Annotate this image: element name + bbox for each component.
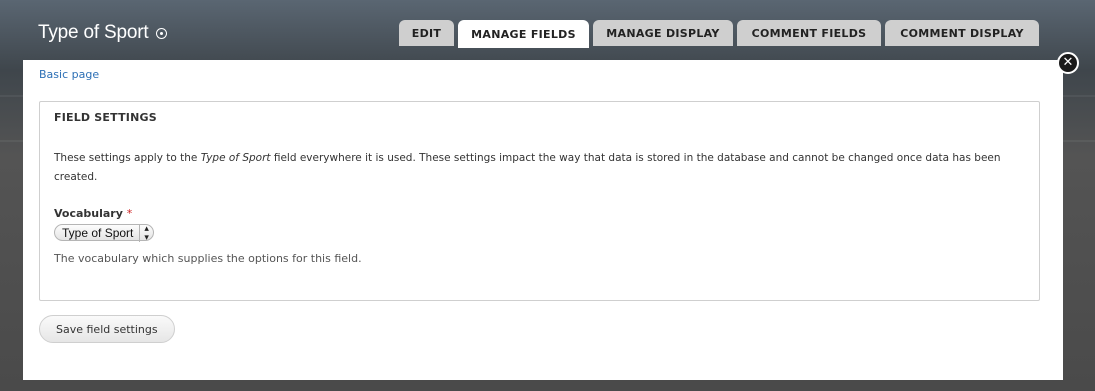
- save-field-settings-button[interactable]: Save field settings: [39, 315, 175, 343]
- breadcrumb-basic-page[interactable]: Basic page: [39, 68, 99, 81]
- vocabulary-help: The vocabulary which supplies the option…: [54, 252, 362, 265]
- overlay-panel: Basic page FIELD SETTINGS These settings…: [23, 60, 1063, 380]
- tab-comment-fields-label: COMMENT FIELDS: [751, 26, 867, 40]
- close-icon[interactable]: ✕: [1057, 52, 1079, 74]
- vocabulary-select-value: Type of Sport: [62, 225, 134, 240]
- select-arrows-icon: ▴ ▾: [139, 223, 149, 242]
- tab-manage-display-label: MANAGE DISPLAY: [606, 26, 720, 40]
- field-settings-fieldset: FIELD SETTINGS These settings apply to t…: [39, 101, 1040, 301]
- tab-manage-fields-label: MANAGE FIELDS: [471, 27, 576, 41]
- tab-comment-fields[interactable]: COMMENT FIELDS: [737, 20, 881, 46]
- vocabulary-label: Vocabulary *: [54, 207, 132, 220]
- overlay-title: Type of Sport: [38, 22, 168, 44]
- page-title: Type of Sport: [38, 22, 149, 43]
- description-text: These settings apply to the: [54, 152, 201, 164]
- field-settings-description: These settings apply to the Type of Spor…: [54, 149, 1029, 187]
- tab-edit[interactable]: EDIT: [399, 20, 454, 46]
- required-marker: *: [126, 207, 133, 220]
- vocabulary-label-text: Vocabulary: [54, 207, 123, 220]
- tab-comment-display[interactable]: COMMENT DISPLAY: [885, 20, 1039, 46]
- shortcut-icon[interactable]: [156, 27, 168, 39]
- field-settings-legend: FIELD SETTINGS: [54, 111, 157, 124]
- tab-edit-label: EDIT: [411, 26, 442, 40]
- tab-comment-display-label: COMMENT DISPLAY: [900, 26, 1024, 40]
- tab-manage-fields[interactable]: MANAGE FIELDS: [458, 20, 589, 48]
- vocabulary-select[interactable]: Type of Sport ▴ ▾: [54, 223, 154, 242]
- description-field-name: Type of Sport: [200, 152, 271, 164]
- tab-manage-display[interactable]: MANAGE DISPLAY: [593, 20, 733, 46]
